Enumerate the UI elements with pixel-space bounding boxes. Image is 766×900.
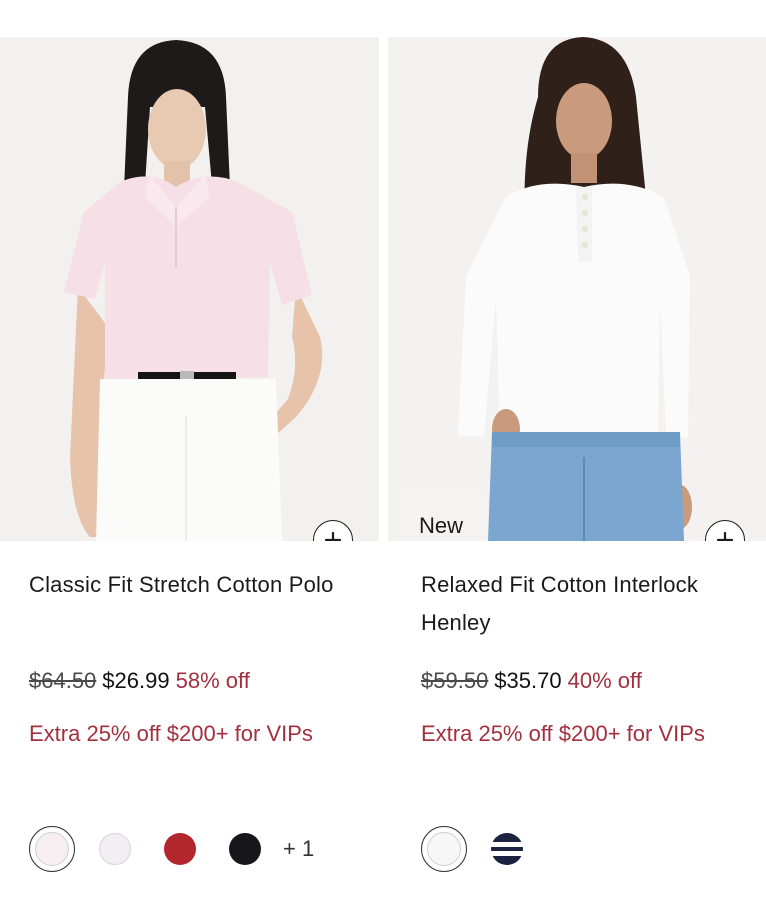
swatch-black[interactable]: [229, 833, 261, 865]
swatch-red[interactable]: [164, 833, 196, 865]
discount-label: 58% off: [175, 668, 250, 693]
more-colors-count[interactable]: + 1: [283, 836, 314, 862]
price-row: $64.50 $26.99 58% off: [29, 666, 250, 696]
product-image[interactable]: New: [388, 37, 766, 541]
original-price: $59.50: [421, 668, 489, 693]
product-card[interactable]: Classic Fit Stretch Cotton Polo $64.50 $2…: [0, 0, 379, 900]
swatch-pink: [35, 832, 69, 866]
price-row: $59.50 $35.70 40% off: [421, 666, 642, 696]
promo-text: Extra 25% off $200+ for VIPs: [421, 721, 705, 746]
promo-text: Extra 25% off $200+ for VIPs: [29, 721, 313, 746]
swatch-light-lilac[interactable]: [99, 833, 131, 865]
product-card[interactable]: New Relaxed Fit Cotton Interlock Henley …: [388, 0, 766, 900]
swatch-selected[interactable]: [29, 826, 75, 872]
product-image[interactable]: [0, 37, 379, 541]
swatch-selected[interactable]: [421, 826, 467, 872]
product-title[interactable]: Classic Fit Stretch Cotton Polo: [29, 566, 359, 604]
discount-label: 40% off: [567, 668, 642, 693]
plus-icon: [324, 531, 342, 541]
color-swatches: [421, 826, 523, 872]
sale-price: $35.70: [494, 668, 562, 693]
swatch-navy-stripe[interactable]: [491, 833, 523, 865]
color-swatches: + 1: [29, 826, 314, 872]
new-badge: New: [400, 492, 482, 541]
swatch-white: [427, 832, 461, 866]
original-price: $64.50: [29, 668, 97, 693]
plus-icon: [716, 531, 734, 541]
sale-price: $26.99: [102, 668, 170, 693]
product-title[interactable]: Relaxed Fit Cotton Interlock Henley: [421, 566, 751, 642]
